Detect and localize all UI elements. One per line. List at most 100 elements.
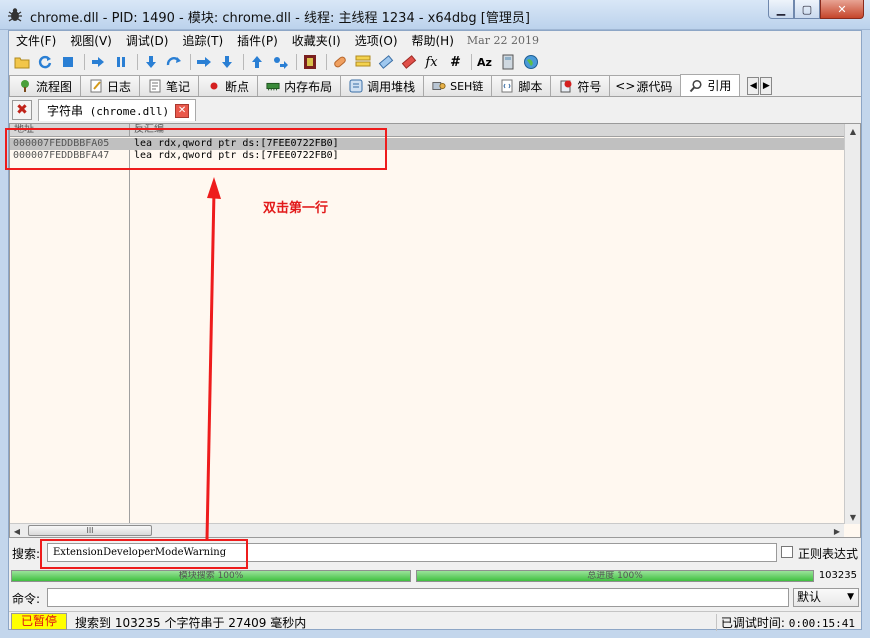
tab-label: 引用	[707, 79, 732, 93]
regex-checkbox[interactable]	[781, 546, 793, 558]
close-icon: ✕	[177, 105, 187, 116]
tab-label: 断点	[225, 79, 250, 94]
arrow-right-icon: ▶	[762, 80, 770, 91]
run-to-user-code-button[interactable]	[270, 53, 289, 72]
tab-breakpoints[interactable]: 断点	[198, 75, 259, 96]
restart-button[interactable]	[35, 53, 54, 72]
tab-label: 脚本	[518, 79, 543, 94]
subtab-close-button[interactable]: ✕	[175, 103, 190, 118]
scroll-up-icon[interactable]: ▲	[845, 124, 861, 138]
menu-trace[interactable]: 追踪(T)	[175, 32, 230, 49]
run-button[interactable]	[88, 53, 107, 72]
stop-icon	[62, 57, 73, 67]
menu-favourites[interactable]: 收藏夹(I)	[285, 32, 348, 49]
trace-over-button[interactable]	[217, 53, 236, 72]
tab-memory-map[interactable]: 内存布局	[257, 75, 342, 96]
annotation-text: 双击第一行	[263, 201, 329, 216]
total-progress-text: 总进度 100%	[587, 571, 643, 581]
log-icon	[89, 79, 103, 93]
close-all-tabs-button[interactable]: ✖	[12, 100, 32, 120]
tab-cpu[interactable]: 流程图	[9, 75, 82, 96]
seh-icon	[432, 79, 446, 93]
script-icon	[500, 79, 514, 93]
maximize-button[interactable]: ▢	[794, 0, 820, 19]
menu-options[interactable]: 选项(O)	[348, 32, 405, 49]
build-date: Mar 22 2019	[466, 33, 539, 47]
menu-plugins[interactable]: 插件(P)	[230, 32, 285, 49]
calculator-button[interactable]	[498, 53, 517, 72]
label-button[interactable]	[376, 53, 395, 72]
execute-till-return-button[interactable]	[247, 53, 266, 72]
tab-script[interactable]: 脚本	[491, 75, 552, 96]
subtab-label: 字符串 (chrome.dll)	[47, 102, 169, 119]
toolbar-separator	[190, 54, 191, 70]
minimize-button[interactable]: ▁	[768, 0, 794, 19]
horizontal-scroll-thumb[interactable]: III	[28, 525, 152, 536]
command-label: 命令:	[12, 592, 41, 606]
tab-call-stack[interactable]: 调用堆栈	[340, 75, 425, 96]
tab-notes[interactable]: 笔记	[139, 75, 200, 96]
comment-icon	[355, 55, 370, 67]
menu-help[interactable]: 帮助(H)	[405, 32, 461, 49]
vertical-scrollbar[interactable]: ▲ ▼	[844, 124, 860, 524]
execute-till-return-icon	[251, 56, 262, 68]
toolbar: fx # Az	[9, 51, 861, 73]
command-input[interactable]	[47, 588, 789, 607]
command-type-select[interactable]: 默认 ▼	[793, 588, 859, 607]
close-icon: ✕	[837, 2, 847, 16]
toolbar-separator	[137, 54, 138, 70]
scroll-right-icon[interactable]: ▶	[830, 524, 844, 538]
tab-log[interactable]: 日志	[80, 75, 141, 96]
step-into-button[interactable]	[141, 53, 160, 72]
subtab-strings[interactable]: 字符串 (chrome.dll) ✕	[38, 99, 197, 121]
horizontal-scrollbar[interactable]: ◀ III ▶	[10, 523, 844, 537]
menu-view[interactable]: 视图(V)	[63, 32, 119, 49]
scroll-down-icon[interactable]: ▼	[845, 510, 861, 524]
progress-row: 模块搜索 100% 总进度 100% 103235	[9, 569, 861, 583]
breakpoint-icon	[207, 79, 221, 93]
tab-scroll-left-button[interactable]: ◀	[747, 76, 760, 95]
open-button[interactable]	[12, 53, 31, 72]
command-row: 命令: 默认 ▼	[9, 586, 861, 608]
tab-label: 内存布局	[284, 79, 333, 94]
annotation-arrow	[205, 177, 221, 540]
table-body: 000007FEDDBBFA05 lea rdx,qword ptr ds:[7…	[10, 138, 844, 524]
notes-icon	[148, 79, 162, 93]
bookmark-button[interactable]	[399, 53, 418, 72]
close-button[interactable]: ✕	[820, 0, 864, 19]
tab-label: SEH链	[450, 80, 484, 93]
tab-symbols[interactable]: 符号	[550, 75, 611, 96]
toolbar-separator	[471, 54, 472, 70]
bug-icon	[8, 8, 22, 22]
menu-debug[interactable]: 调试(D)	[119, 32, 176, 49]
callstack-icon	[349, 79, 363, 93]
search-icon	[689, 79, 703, 93]
comment-button[interactable]	[353, 53, 372, 72]
hash-button[interactable]: #	[445, 53, 464, 72]
bookmark-icon	[401, 55, 416, 69]
menu-file[interactable]: 文件(F)	[9, 32, 63, 49]
scroll-left-icon[interactable]: ◀	[10, 524, 24, 538]
debug-time-value: 0:00:15:41	[788, 617, 855, 630]
trace-into-button[interactable]	[194, 53, 213, 72]
scylla-button[interactable]	[300, 53, 319, 72]
step-over-icon	[166, 57, 181, 66]
tab-label: 日志	[107, 79, 132, 94]
globe-button[interactable]	[521, 53, 540, 72]
tab-scroll-right-button[interactable]: ▶	[760, 76, 773, 95]
tab-seh-chain[interactable]: SEH链	[423, 75, 493, 96]
run-to-user-code-icon	[273, 57, 288, 69]
stop-button[interactable]	[58, 53, 77, 72]
tab-label: 调用堆栈	[367, 79, 416, 94]
pause-button[interactable]	[111, 53, 130, 72]
step-over-button[interactable]	[164, 53, 183, 72]
function-icon: fx	[425, 54, 438, 70]
tab-references[interactable]: 引用	[680, 74, 741, 96]
font-button[interactable]: Az	[475, 53, 494, 72]
function-button[interactable]: fx	[422, 53, 441, 72]
tab-source[interactable]: <> 源代码	[609, 75, 682, 96]
command-type-value: 默认	[797, 590, 822, 604]
subtab-label-title: 字符串	[47, 104, 84, 118]
font-icon: Az	[477, 55, 492, 69]
patch-button[interactable]	[330, 53, 349, 72]
